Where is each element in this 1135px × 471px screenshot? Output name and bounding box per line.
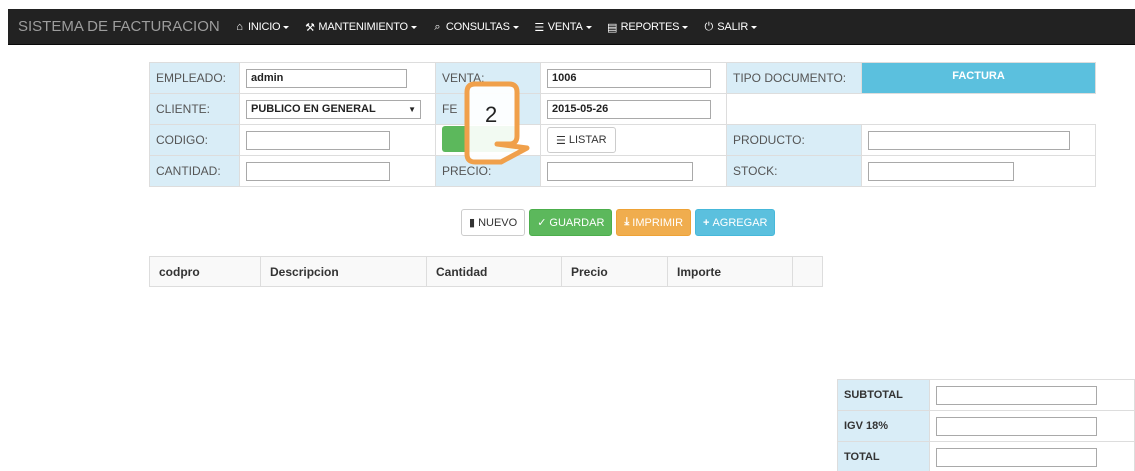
menu-inicio-label: INICIO [248, 21, 281, 33]
list-alt-icon: ▤ [606, 21, 618, 34]
venta-field[interactable] [547, 68, 711, 88]
cliente-select[interactable]: PUBLICO EN GENERAL ▼ [246, 99, 421, 119]
column-header: Cantidad [426, 256, 562, 287]
tipo-documento-label: TIPO DOCUMENTO: [726, 62, 862, 94]
cliente-label: CLIENTE: [149, 93, 240, 125]
nuevo-label: NUEVO [478, 216, 518, 229]
cliente-selected-value: PUBLICO EN GENERAL [251, 103, 376, 115]
imprimir-label: IMPRIMIR [632, 216, 684, 229]
codigo-field[interactable] [246, 130, 390, 150]
form-row-codigo: CODIGO: ☰ LISTAR PRODUCTO: [149, 124, 1096, 156]
totals-table: SUBTOTAL IGV 18% TOTAL [837, 379, 1135, 471]
guardar-button[interactable]: ✓ GUARDAR [529, 209, 613, 236]
imprimir-button[interactable]: ⤓ IMPRIMIR [616, 209, 692, 236]
agregar-button[interactable]: + AGREGAR [695, 209, 776, 236]
caret-down-icon [751, 25, 758, 29]
menu-reportes-label: REPORTES [620, 21, 680, 33]
subtotal-label: SUBTOTAL [837, 379, 930, 411]
detail-table: codpro Descripcion Cantidad Precio Impor… [149, 256, 823, 287]
home-icon: ⌂ [236, 21, 243, 33]
producto-label: PRODUCTO: [726, 124, 862, 156]
caret-down-icon [283, 25, 290, 29]
menu-mantenimiento-label: MANTENIMIENTO [318, 21, 408, 33]
column-header: Descripcion [260, 256, 427, 287]
form-row-empleado: EMPLEADO: VENTA: TIPO DOCUMENTO: FACTURA [149, 62, 1096, 94]
action-buttons: ▮ NUEVO ✓ GUARDAR ⤓ IMPRIMIR + AGREGAR [461, 209, 776, 236]
download-icon: ⤓ [624, 216, 630, 228]
empleado-label: EMPLEADO: [149, 62, 240, 94]
caret-down-icon [682, 25, 689, 29]
subtotal-row: SUBTOTAL [837, 379, 1135, 411]
menu-consultas[interactable]: ⌕ CONSULTAS [424, 9, 526, 45]
total-row: TOTAL [837, 441, 1135, 471]
search-icon: ⌕ [434, 20, 441, 33]
dropdown-arrow-icon: ▼ [408, 104, 416, 114]
caret-down-icon [512, 25, 519, 29]
file-icon: ▮ [469, 217, 476, 229]
column-header [792, 256, 823, 287]
nuevo-button[interactable]: ▮ NUEVO [461, 209, 526, 236]
menu-reportes[interactable]: ▤ REPORTES [599, 9, 696, 45]
tipo-documento-value: FACTURA [861, 62, 1096, 94]
producto-field[interactable] [868, 130, 1070, 150]
main-menu: ⌂ INICIO ⚒ MANTENIMIENTO ⌕ CONSULTAS ☰ V… [226, 9, 764, 45]
codigo-label: CODIGO: [149, 124, 240, 156]
caret-down-icon [410, 25, 417, 29]
cantidad-field[interactable] [246, 161, 390, 181]
power-icon: ⏻ [704, 20, 714, 33]
stock-field[interactable] [868, 161, 1014, 181]
app-brand[interactable]: SISTEMA DE FACTURACION [18, 9, 220, 45]
listar-button[interactable]: ☰ LISTAR [547, 127, 616, 153]
detail-table-header: codpro Descripcion Cantidad Precio Impor… [149, 256, 823, 287]
column-header: codpro [149, 256, 261, 287]
agregar-label: AGREGAR [712, 216, 768, 229]
subtotal-field[interactable] [935, 385, 1097, 405]
column-header: Importe [667, 256, 793, 287]
menu-inicio[interactable]: ⌂ INICIO [226, 9, 296, 45]
cart-icon: ☰ [534, 21, 545, 34]
igv-label: IGV 18% [837, 410, 930, 442]
menu-venta[interactable]: ☰ VENTA [526, 9, 599, 45]
form-row-cliente: CLIENTE: PUBLICO EN GENERAL ▼ FE [149, 93, 1096, 125]
guardar-label: GUARDAR [549, 216, 605, 229]
column-header: Precio [561, 256, 668, 287]
plus-icon: + [703, 216, 710, 229]
annotation-callout [464, 81, 530, 165]
menu-salir[interactable]: ⏻ SALIR [695, 9, 764, 45]
save-icon: ✓ [537, 217, 547, 229]
annotation-number: 2 [485, 102, 498, 127]
total-field[interactable] [935, 447, 1097, 467]
total-label: TOTAL [837, 441, 930, 471]
empleado-field[interactable] [246, 68, 407, 88]
menu-consultas-label: CONSULTAS [445, 21, 510, 33]
top-navbar: SISTEMA DE FACTURACION ⌂ INICIO ⚒ MANTEN… [8, 9, 1135, 45]
form-row-cantidad: CANTIDAD: PRECIO: STOCK: [149, 155, 1096, 187]
menu-mantenimiento[interactable]: ⚒ MANTENIMIENTO [296, 9, 423, 45]
precio-field[interactable] [547, 161, 693, 181]
caret-down-icon [585, 25, 592, 29]
invoice-form: EMPLEADO: VENTA: TIPO DOCUMENTO: FACTURA… [149, 62, 1096, 187]
menu-salir-label: SALIR [717, 21, 749, 33]
stock-label: STOCK: [726, 155, 862, 187]
igv-field[interactable] [935, 416, 1097, 436]
igv-row: IGV 18% [837, 410, 1135, 442]
wrench-icon: ⚒ [305, 21, 315, 34]
listar-label: LISTAR [568, 134, 607, 146]
list-icon: ☰ [556, 134, 566, 147]
fecha-field[interactable] [547, 99, 711, 119]
menu-venta-label: VENTA [547, 21, 583, 33]
cantidad-label: CANTIDAD: [149, 155, 240, 187]
